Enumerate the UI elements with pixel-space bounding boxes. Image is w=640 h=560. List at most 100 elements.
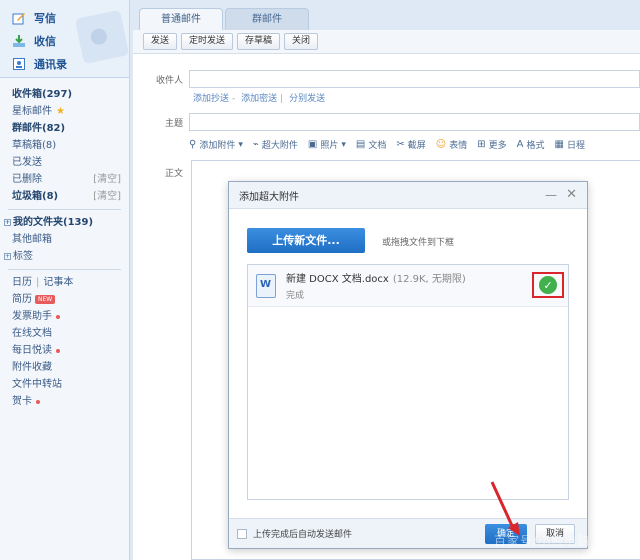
add-bcc-link[interactable]: 添加密送	[241, 94, 277, 104]
paperclip-icon: ⚲	[189, 139, 197, 150]
emoji-button[interactable]: ☺ 表情	[436, 138, 467, 151]
folder-tags-label: 标签	[13, 251, 33, 262]
tool-card[interactable]: 贺卡	[0, 393, 129, 410]
resume-label: 简历	[12, 294, 32, 305]
folder-my-folders[interactable]: + 我的文件夹(139)	[0, 214, 129, 231]
screenshot-button[interactable]: ✂ 截屏	[396, 138, 425, 151]
compose-label: 写信	[34, 11, 56, 25]
add-attachment-button[interactable]: ⚲ 添加附件 ▾	[189, 138, 243, 151]
emoji-label: 表情	[449, 141, 468, 151]
more-button[interactable]: ⊞ 更多	[477, 138, 506, 151]
check-icon: ✓	[539, 276, 557, 294]
daily-read-label: 每日悦读	[12, 345, 52, 356]
drag-hint: 或拖拽文件到下框	[382, 238, 455, 248]
separator: |	[280, 94, 284, 104]
more-label: 更多	[488, 141, 507, 151]
folder-starred[interactable]: 星标邮件 ★	[0, 103, 129, 120]
tool-daily-read[interactable]: 每日悦读	[0, 342, 129, 359]
contacts-icon	[12, 57, 26, 71]
calendar-link[interactable]: 日历	[12, 274, 32, 291]
separator: -	[232, 94, 236, 104]
upload-new-file-button[interactable]: 上传新文件...	[247, 228, 365, 253]
calendar-button[interactable]: ▦ 日程	[555, 138, 585, 151]
tool-file-transfer[interactable]: 文件中转站	[0, 376, 129, 393]
expand-icon[interactable]: +	[4, 253, 11, 260]
folder-list: 收件箱(297) 星标邮件 ★ 群邮件(82) 草稿箱(8) 已发送 已删除 [清空…	[0, 78, 129, 410]
tab-group-mail[interactable]: 群邮件	[225, 8, 309, 30]
online-doc-label: 在线文档	[12, 328, 52, 339]
watermark: 百家号/小熊电脑	[494, 534, 591, 548]
compose-toolbar: 发送 定时发送 存草稿 关闭	[133, 30, 640, 54]
photo-icon: ▣	[307, 139, 318, 150]
auto-send-checkbox[interactable]	[237, 528, 247, 539]
more-grid-icon: ⊞	[477, 139, 486, 150]
clear-spam-link[interactable]: [清空]	[93, 188, 121, 205]
tools-calendar-notes: 日历 | 记事本	[0, 274, 129, 291]
new-badge: NEW	[35, 295, 56, 304]
format-button[interactable]: A 格式	[517, 138, 545, 151]
notes-link[interactable]: 记事本	[43, 274, 73, 291]
add-cc-link[interactable]: 添加抄送	[193, 94, 229, 104]
attach-collect-label: 附件收藏	[12, 362, 52, 373]
subject-input[interactable]	[189, 113, 640, 131]
attachment-toolbar: ⚲ 添加附件 ▾ ⌁ 超大附件 ▣ 照片 ▾ ▤ 文档 ✂ 截屏 ☺ 表情 ⊞ 更多 A 格式 ▦ 日…	[189, 138, 595, 151]
screenshot-icon: ✂	[396, 139, 405, 150]
notification-dot	[56, 314, 60, 319]
contacts-label: 通讯录	[34, 57, 67, 71]
photo-label: 照片	[320, 141, 339, 151]
folder-deleted[interactable]: 已删除 [清空]	[0, 171, 129, 188]
emoji-icon: ☺	[435, 139, 447, 150]
scheduled-send-button[interactable]: 定时发送	[181, 33, 234, 50]
subject-row: 主题	[133, 113, 640, 131]
folder-drafts[interactable]: 草稿箱(8)	[0, 137, 129, 154]
file-name: 新建 DOCX 文档.docx	[286, 274, 389, 285]
folder-drafts-label: 草稿箱(8)	[12, 140, 57, 151]
close-button[interactable]: 关闭	[284, 33, 319, 50]
list-item: 新建 DOCX 文档.docx(12.9K, 无期限) 完成 ✓	[248, 265, 568, 307]
dialog-title: 添加超大附件	[239, 191, 299, 203]
folder-sent[interactable]: 已发送	[0, 154, 129, 171]
expand-icon[interactable]: +	[4, 219, 11, 226]
body-label: 正文	[164, 169, 183, 179]
recipient-label: 收件人	[155, 75, 183, 86]
document-button[interactable]: ▤ 文档	[356, 138, 386, 151]
chevron-down-icon[interactable]: ▾	[341, 140, 346, 150]
inbox-download-icon	[12, 34, 26, 48]
large-attachment-dialog: 添加超大附件 — ✕ 上传新文件... 或拖拽文件到下框 新建 DOCX 文档.…	[228, 181, 588, 549]
large-attachment-icon: ⌁	[252, 139, 259, 150]
auto-send-label: 上传完成后自动发送邮件	[253, 530, 353, 540]
save-draft-button[interactable]: 存草稿	[237, 33, 281, 50]
tool-invoice[interactable]: 发票助手	[0, 308, 129, 325]
tool-online-doc[interactable]: 在线文档	[0, 325, 129, 342]
close-icon[interactable]: ✕	[566, 187, 577, 202]
send-button[interactable]: 发送	[143, 33, 178, 50]
folder-other-mailbox[interactable]: 其他邮箱	[0, 231, 129, 248]
separate-send-link[interactable]: 分别发送	[289, 94, 325, 104]
clear-deleted-link[interactable]: [清空]	[93, 171, 121, 188]
recipient-input[interactable]	[189, 70, 640, 88]
folder-group[interactable]: 群邮件(82)	[0, 120, 129, 137]
folder-spam[interactable]: 垃圾箱(8) [清空]	[0, 188, 129, 205]
file-meta: (12.9K, 无期限)	[392, 274, 466, 285]
tool-attach-collect[interactable]: 附件收藏	[0, 359, 129, 376]
notification-dot	[36, 399, 40, 404]
document-icon: ▤	[355, 139, 366, 150]
folder-tags[interactable]: + 标签	[0, 248, 129, 265]
divider	[8, 269, 121, 270]
tab-normal-mail[interactable]: 普通邮件	[139, 8, 223, 30]
invoice-label: 发票助手	[12, 311, 52, 322]
tool-resume[interactable]: 简历 NEW	[0, 291, 129, 308]
photo-button[interactable]: ▣ 照片 ▾	[308, 138, 346, 151]
cc-links: 添加抄送 - 添加密送 | 分别发送	[193, 91, 328, 104]
calendar-label: 日程	[566, 141, 585, 151]
card-label: 贺卡	[12, 396, 32, 407]
file-status: 完成	[286, 291, 305, 301]
folder-starred-label: 星标邮件	[12, 106, 52, 117]
folder-inbox-label: 收件箱(297)	[12, 89, 73, 100]
file-drop-zone[interactable]: 新建 DOCX 文档.docx(12.9K, 无期限) 完成 ✓	[247, 264, 569, 500]
large-attachment-button[interactable]: ⌁ 超大附件	[253, 138, 298, 151]
minimize-icon[interactable]: —	[545, 188, 557, 202]
chevron-down-icon[interactable]: ▾	[238, 140, 243, 150]
folder-inbox[interactable]: 收件箱(297)	[0, 86, 129, 103]
folder-deleted-label: 已删除	[12, 174, 42, 185]
